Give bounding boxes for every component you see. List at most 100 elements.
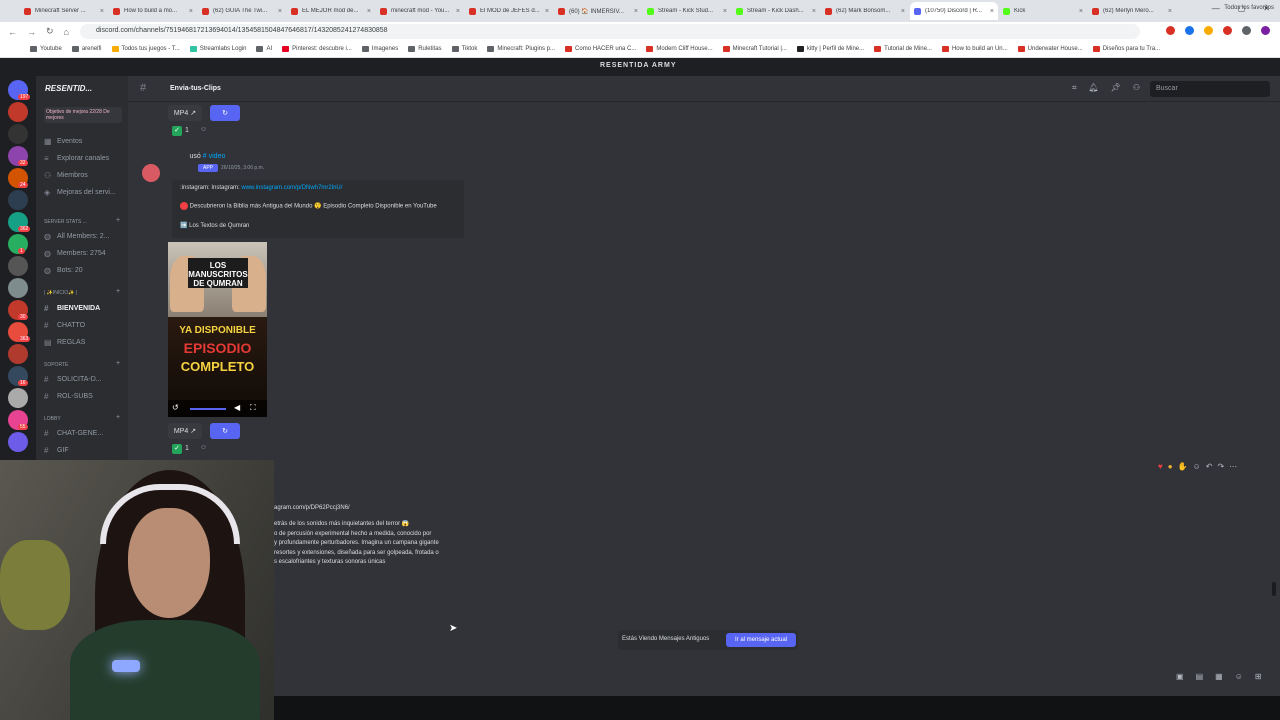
member-list-icon[interactable]: ⚇ xyxy=(1133,83,1140,93)
tab-close-icon[interactable]: × xyxy=(901,8,905,15)
category-server-stats[interactable]: SERVER STATS ... xyxy=(44,219,87,225)
progress-bar[interactable] xyxy=(190,408,226,410)
channel-bots[interactable]: ◍ Bots: 20 xyxy=(44,266,83,275)
forward-icon[interactable]: ↷ xyxy=(1217,462,1224,471)
add-reaction-icon[interactable]: ☺ xyxy=(200,444,207,451)
add-channel-icon[interactable]: + xyxy=(116,288,120,295)
home-icon[interactable]: ⌂ xyxy=(64,27,69,37)
bookmark-item[interactable]: Tiktok xyxy=(451,46,477,52)
bookmark-item[interactable]: Minecraft Tutorial |... xyxy=(722,46,787,52)
bookmark-item[interactable]: Imagenes xyxy=(361,46,398,52)
sidebar-item-members[interactable]: ⚇ Miembros xyxy=(44,171,88,180)
browser-tab[interactable]: How to build a mo... × xyxy=(109,2,197,20)
gift-icon[interactable]: ▣ xyxy=(1176,672,1184,681)
tab-close-icon[interactable]: × xyxy=(100,8,104,15)
emoji-reaction-icon[interactable]: ● xyxy=(1168,462,1173,471)
channel-gif[interactable]: # GIF xyxy=(44,446,69,455)
extension-icon[interactable] xyxy=(1204,26,1213,35)
apps-icon[interactable]: ⊞ xyxy=(1255,672,1262,681)
boost-goal[interactable]: Objetivo de mejora 22/28 De mejores xyxy=(44,107,122,123)
tab-close-icon[interactable]: × xyxy=(634,8,638,15)
channel-all-members[interactable]: ◍ All Members: 2... xyxy=(44,232,110,241)
minimize-icon[interactable]: — xyxy=(1212,4,1220,13)
browser-tab[interactable]: (62) GUIA The Twi... × xyxy=(198,2,286,20)
reaction-check[interactable]: ✓ xyxy=(172,444,182,454)
bookmark-item[interactable]: Youtube xyxy=(30,46,62,52)
channel-chatto[interactable]: # CHATTO xyxy=(44,321,85,330)
add-channel-icon[interactable]: + xyxy=(116,414,120,421)
server-icon[interactable] xyxy=(8,344,28,364)
avatar[interactable] xyxy=(142,164,160,182)
channel-rol-subs[interactable]: # ROL-SUBS xyxy=(44,392,93,401)
tab-close-icon[interactable]: × xyxy=(1079,8,1083,15)
browser-tab[interactable]: (62) Merlyn Mero... × xyxy=(1088,2,1176,20)
sidebar-item-explore[interactable]: ≡ Explorar canales xyxy=(44,154,109,163)
channel-reglas[interactable]: ▤ REGLAS xyxy=(44,338,85,347)
category-inicio[interactable]: | ✨INICIO✨ | xyxy=(44,290,77,296)
fullscreen-icon[interactable]: ⛶ xyxy=(250,403,256,413)
bookmark-item[interactable]: Modern Cliff House... xyxy=(646,46,713,52)
add-channel-icon[interactable]: + xyxy=(116,217,120,224)
emoji-icon[interactable]: ☺ xyxy=(1235,672,1243,681)
bookmark-item[interactable]: AI xyxy=(256,46,272,52)
add-reaction-icon[interactable]: ☺ xyxy=(1193,462,1201,471)
extensions-icon[interactable] xyxy=(1242,26,1251,35)
browser-tab[interactable]: (10750) Discord | R... × xyxy=(910,2,998,20)
channel-members-count[interactable]: ◍ Members: 2754 xyxy=(44,249,106,258)
mp4-button[interactable]: MP4 ↗ xyxy=(168,105,202,121)
back-icon[interactable]: ← xyxy=(8,27,17,37)
browser-tab[interactable]: Stream - Kick Dash... × xyxy=(732,2,820,20)
extension-icon[interactable] xyxy=(1185,26,1194,35)
bookmark-item[interactable]: Todos tus juegos - T... xyxy=(111,46,180,52)
server-icon[interactable] xyxy=(8,256,28,276)
browser-tab[interactable]: (60) 🏠 INMERSIV... × xyxy=(554,2,642,20)
category-soporte[interactable]: SOPORTE xyxy=(44,362,68,368)
forward-icon[interactable]: → xyxy=(27,27,36,37)
refresh-button[interactable]: ↻ xyxy=(210,423,240,439)
reload-icon[interactable]: ↻ xyxy=(46,26,54,37)
browser-tab[interactable]: Stream - Kick Stud... × xyxy=(643,2,731,20)
tab-close-icon[interactable]: × xyxy=(990,8,994,15)
bell-icon[interactable]: 🔔︎ xyxy=(1089,83,1099,93)
user-name[interactable] xyxy=(172,153,188,160)
extension-icon[interactable] xyxy=(1223,26,1232,35)
refresh-button[interactable]: ↻ xyxy=(210,105,240,121)
url-field[interactable]: discord.com/channels/751946817213694014/… xyxy=(80,24,1140,39)
reply-icon[interactable]: ↶ xyxy=(1206,462,1213,471)
browser-tab[interactable]: EL MEJOR mod de... × xyxy=(287,2,375,20)
add-reaction-icon[interactable]: ☺ xyxy=(200,126,207,133)
tab-close-icon[interactable]: × xyxy=(367,8,371,15)
add-channel-icon[interactable]: + xyxy=(116,360,120,367)
browser-tab[interactable]: Kick × xyxy=(999,2,1087,20)
search-input[interactable]: Buscar xyxy=(1150,81,1270,97)
tab-close-icon[interactable]: × xyxy=(189,8,193,15)
category-lobby[interactable]: LOBBY xyxy=(44,416,61,422)
bookmark-item[interactable]: Underwater House... xyxy=(1017,46,1083,52)
scrollbar-thumb[interactable] xyxy=(1272,582,1276,596)
tab-close-icon[interactable]: × xyxy=(723,8,727,15)
replay-icon[interactable]: ↺ xyxy=(172,403,179,412)
bookmark-item[interactable]: Streamlabs Login xyxy=(189,46,246,52)
browser-tab[interactable]: Minecraft Server ... × xyxy=(20,2,108,20)
browser-tab[interactable]: minecraft mod - You... × xyxy=(376,2,464,20)
all-bookmarks-link[interactable]: Todos los favoritos xyxy=(1224,5,1274,11)
tab-close-icon[interactable]: × xyxy=(456,8,460,15)
video-thumbnail[interactable]: LOS MANUSCRITOS DE QUMRAN YA DISPONIBLE … xyxy=(168,242,267,417)
channel-solicita[interactable]: # SOLICITA-D... xyxy=(44,375,102,384)
server-icon[interactable] xyxy=(8,124,28,144)
pin-icon[interactable]: 📌︎ xyxy=(1111,83,1121,93)
tab-close-icon[interactable]: × xyxy=(1168,8,1172,15)
volume-icon[interactable]: ◀︎ xyxy=(234,403,240,412)
extension-icon[interactable] xyxy=(1166,26,1175,35)
mp4-button[interactable]: MP4 ↗ xyxy=(168,423,202,439)
tab-close-icon[interactable]: × xyxy=(545,8,549,15)
jump-to-present-button[interactable]: Ir al mensaje actual xyxy=(726,633,796,647)
thumbs-reaction-icon[interactable]: ✋ xyxy=(1178,462,1188,471)
bookmark-item[interactable]: How to build an Un... xyxy=(941,46,1008,52)
more-icon[interactable]: ⋯ xyxy=(1229,462,1237,471)
profile-avatar[interactable] xyxy=(1261,26,1270,35)
reaction-check[interactable]: ✓ xyxy=(172,126,182,136)
bookmark-item[interactable]: arenelfi xyxy=(71,46,102,52)
tab-close-icon[interactable]: × xyxy=(812,8,816,15)
channel-bienvenida[interactable]: # BIENVENIDA xyxy=(44,304,100,313)
